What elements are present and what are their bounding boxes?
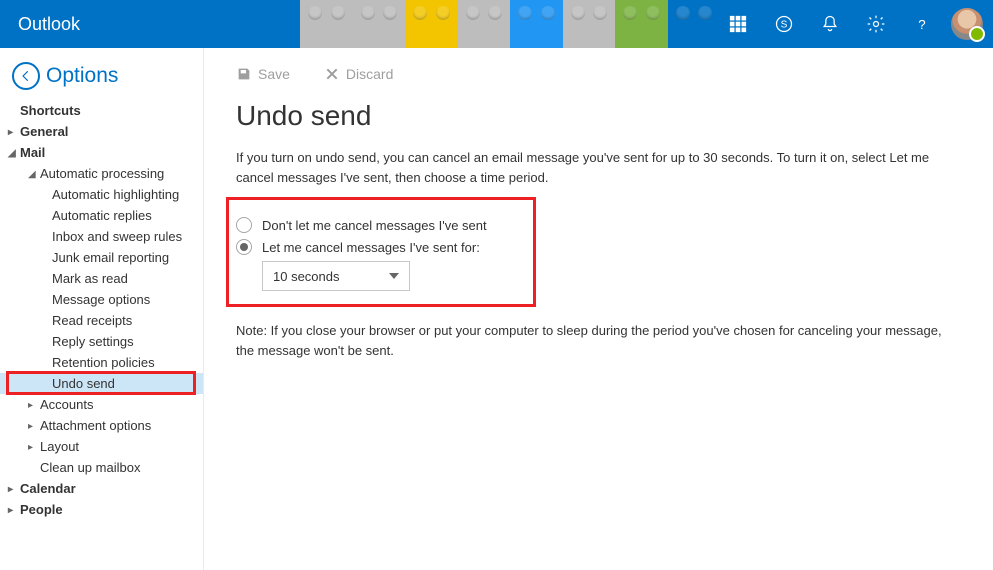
app-launcher-icon[interactable] <box>715 0 761 48</box>
radio-let-cancel[interactable] <box>236 239 252 255</box>
nav-inbox-sweep[interactable]: Inbox and sweep rules <box>0 226 203 247</box>
nav-auto-processing[interactable]: ◢Automatic processing <box>0 163 203 184</box>
discard-icon <box>324 66 340 82</box>
notifications-icon[interactable] <box>807 0 853 48</box>
nav-auto-highlighting[interactable]: Automatic highlighting <box>0 184 203 205</box>
nav-accounts-label: Accounts <box>40 397 93 412</box>
radio-dont-cancel-row[interactable]: Don't let me cancel messages I've sent <box>236 217 961 233</box>
user-avatar[interactable] <box>951 8 983 40</box>
time-period-select[interactable]: 10 seconds <box>262 261 410 291</box>
page-title: Undo send <box>236 100 961 132</box>
nav-shortcuts[interactable]: Shortcuts <box>0 100 203 121</box>
options-title: Options <box>46 64 118 88</box>
nav-cleanup[interactable]: Clean up mailbox <box>0 457 203 478</box>
undo-send-options: Don't let me cancel messages I've sent L… <box>236 203 961 305</box>
note-text: Note: If you close your browser or put y… <box>236 321 956 360</box>
header-icons: S ? <box>715 0 993 48</box>
sidebar: Options Shortcuts ▸General ◢Mail ◢Automa… <box>0 48 204 570</box>
nav-calendar[interactable]: ▸Calendar <box>0 478 203 499</box>
app-title: Outlook <box>0 14 80 35</box>
time-period-value: 10 seconds <box>273 269 340 284</box>
settings-gear-icon[interactable] <box>853 0 899 48</box>
radio-let-cancel-row[interactable]: Let me cancel messages I've sent for: <box>236 239 961 255</box>
back-button[interactable] <box>12 62 40 90</box>
help-icon[interactable]: ? <box>899 0 945 48</box>
nav-general[interactable]: ▸General <box>0 121 203 142</box>
nav-general-label: General <box>20 124 68 139</box>
main-content: Save Discard Undo send If you turn on un… <box>204 48 993 570</box>
nav-message-options[interactable]: Message options <box>0 289 203 310</box>
skype-icon[interactable]: S <box>761 0 807 48</box>
header-theme-decoration <box>300 0 720 48</box>
save-label: Save <box>258 66 290 82</box>
nav-layout[interactable]: ▸Layout <box>0 436 203 457</box>
discard-button[interactable]: Discard <box>324 66 393 82</box>
nav-people[interactable]: ▸People <box>0 499 203 520</box>
radio-dont-cancel-label: Don't let me cancel messages I've sent <box>262 218 487 233</box>
nav-mail-label: Mail <box>20 145 45 160</box>
nav-tree: Shortcuts ▸General ◢Mail ◢Automatic proc… <box>0 100 203 520</box>
discard-label: Discard <box>346 66 393 82</box>
nav-undo-send-label: Undo send <box>52 376 115 391</box>
nav-people-label: People <box>20 502 63 517</box>
nav-attachment-label: Attachment options <box>40 418 151 433</box>
svg-text:?: ? <box>918 17 925 32</box>
save-icon <box>236 66 252 82</box>
page-description: If you turn on undo send, you can cancel… <box>236 148 956 187</box>
nav-attachment[interactable]: ▸Attachment options <box>0 415 203 436</box>
save-button[interactable]: Save <box>236 66 290 82</box>
nav-auto-replies[interactable]: Automatic replies <box>0 205 203 226</box>
toolbar: Save Discard <box>236 66 961 82</box>
nav-mark-read[interactable]: Mark as read <box>0 268 203 289</box>
header-bar: Outlook S ? <box>0 0 993 48</box>
nav-calendar-label: Calendar <box>20 481 76 496</box>
radio-let-cancel-label: Let me cancel messages I've sent for: <box>262 240 480 255</box>
nav-reply-settings[interactable]: Reply settings <box>0 331 203 352</box>
chevron-down-icon <box>389 273 399 279</box>
nav-mail[interactable]: ◢Mail <box>0 142 203 163</box>
nav-retention[interactable]: Retention policies <box>0 352 203 373</box>
nav-auto-processing-label: Automatic processing <box>40 166 164 181</box>
radio-dont-cancel[interactable] <box>236 217 252 233</box>
svg-text:S: S <box>781 19 788 30</box>
nav-undo-send[interactable]: Undo send <box>0 373 203 394</box>
nav-accounts[interactable]: ▸Accounts <box>0 394 203 415</box>
nav-read-receipts[interactable]: Read receipts <box>0 310 203 331</box>
nav-layout-label: Layout <box>40 439 79 454</box>
nav-junk-email[interactable]: Junk email reporting <box>0 247 203 268</box>
